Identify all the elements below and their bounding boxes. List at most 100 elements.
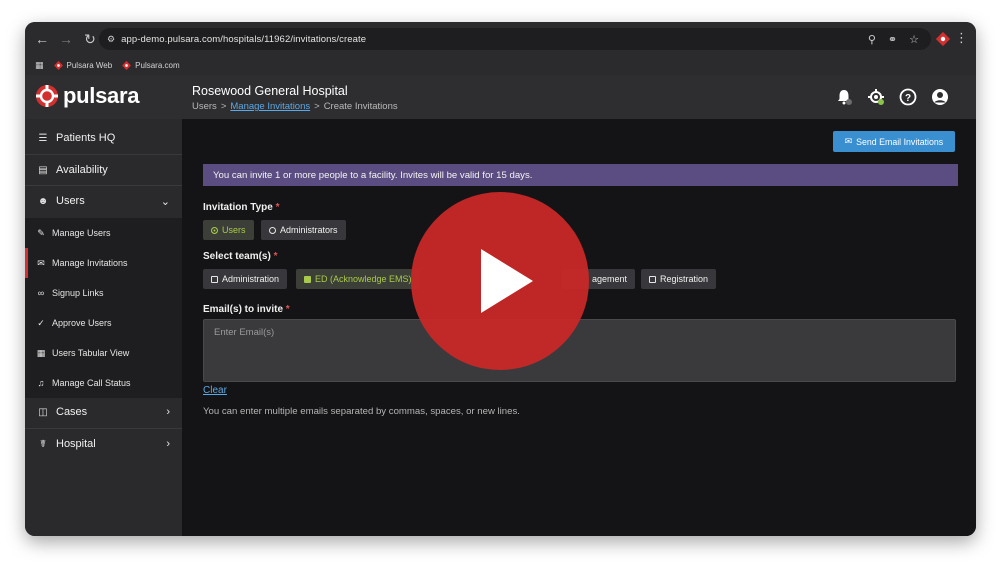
chevron-down-icon: ⌄ bbox=[160, 195, 170, 208]
send-button-label: Send Email Invitations bbox=[856, 136, 944, 147]
bed-icon: ▤ bbox=[38, 164, 48, 176]
chevron-right-icon: › bbox=[166, 438, 170, 450]
option-label: Users bbox=[222, 225, 246, 235]
help-icon[interactable]: ? bbox=[898, 87, 918, 107]
sidebar-sub-manage-invitations[interactable]: ✉ Manage Invitations bbox=[25, 248, 182, 278]
bookmark-label: Pulsara Web bbox=[66, 61, 113, 70]
pulsara-extension-icon[interactable] bbox=[936, 32, 950, 46]
svg-text:?: ? bbox=[905, 93, 911, 104]
sidebar-sub-label: Manage Call Status bbox=[52, 378, 131, 388]
emails-label: Email(s) to invite * bbox=[203, 304, 290, 315]
send-email-invitations-button[interactable]: ✉ Send Email Invitations bbox=[833, 131, 955, 152]
sidebar-item-availability[interactable]: ▤ Availability bbox=[25, 155, 182, 185]
option-label: Registration bbox=[660, 274, 709, 284]
alarm-bell-icon[interactable] bbox=[834, 87, 854, 107]
pulsara-icon bbox=[122, 61, 132, 70]
forward-icon[interactable]: → bbox=[55, 28, 77, 50]
option-label: Administration bbox=[222, 274, 280, 284]
sidebar-item-label: Cases bbox=[56, 406, 88, 418]
label-text: Invitation Type bbox=[203, 202, 273, 213]
sidebar-sub-approve-users[interactable]: ✓ Approve Users bbox=[25, 308, 182, 338]
team-administration[interactable]: Administration bbox=[203, 269, 288, 289]
site-settings-icon[interactable]: ⚙ bbox=[107, 34, 115, 45]
video-play-button[interactable] bbox=[411, 192, 589, 370]
radio-selected bbox=[211, 226, 218, 234]
apps-grid-icon[interactable]: ▦ bbox=[35, 60, 44, 71]
pulsara-logo-icon bbox=[36, 85, 58, 107]
emails-textarea[interactable]: Enter Email(s) bbox=[203, 319, 956, 382]
address-row: ← → ↻ ⚙ app-demo.pulsara.com/hospitals/1… bbox=[25, 22, 976, 56]
invitation-type-administrators[interactable]: Administrators bbox=[261, 220, 346, 240]
edit-icon: ✎ bbox=[37, 227, 45, 238]
team-registration[interactable]: Registration bbox=[641, 269, 717, 289]
sidebar-sub-users-tabular-view[interactable]: ▦ Users Tabular View bbox=[25, 338, 182, 368]
link-icon: ∞ bbox=[37, 288, 45, 298]
invitation-type-users[interactable]: Users bbox=[203, 220, 254, 240]
bookmarks-bar: ▦ Pulsara Web Pulsara.com bbox=[25, 56, 976, 75]
emails-help-text: You can enter multiple emails separated … bbox=[203, 406, 520, 417]
required-marker: * bbox=[273, 251, 278, 262]
bookmark-pulsara-web[interactable]: Pulsara Web bbox=[53, 61, 113, 70]
radio-unselected bbox=[269, 226, 276, 234]
option-label: agement bbox=[592, 274, 628, 284]
breadcrumb-current: Create Invitations bbox=[323, 101, 398, 112]
required-marker: * bbox=[275, 202, 280, 213]
sidebar: ☰ Patients HQ ▤ Availability ☻ Users ⌄ ✎… bbox=[25, 119, 182, 536]
chevron-right-icon: › bbox=[166, 406, 170, 418]
pulsara-icon bbox=[53, 61, 63, 70]
breadcrumb-manage-invitations[interactable]: Manage Invitations bbox=[230, 101, 310, 112]
location-status-icon[interactable] bbox=[866, 87, 886, 107]
url-text: app-demo.pulsara.com/hospitals/11962/inv… bbox=[121, 33, 367, 45]
sidebar-item-hospital[interactable]: ☤ Hospital › bbox=[25, 429, 182, 459]
bookmark-pulsara-com[interactable]: Pulsara.com bbox=[122, 61, 180, 70]
location-icon[interactable]: ⚲ bbox=[868, 33, 876, 46]
sidebar-item-label: Hospital bbox=[56, 438, 96, 450]
back-icon[interactable]: ← bbox=[31, 28, 53, 50]
header-actions: ? bbox=[834, 87, 950, 107]
pulsara-logo[interactable]: pulsara bbox=[35, 83, 139, 109]
reload-icon[interactable]: ↻ bbox=[79, 28, 101, 50]
sidebar-item-label: Patients HQ bbox=[56, 132, 116, 144]
breadcrumb: Users > Manage Invitations > Create Invi… bbox=[192, 101, 398, 112]
required-marker: * bbox=[285, 304, 290, 315]
label-text: Email(s) to invite bbox=[203, 304, 284, 315]
bookmark-star-icon[interactable]: ☆ bbox=[909, 33, 919, 46]
page-title: Rosewood General Hospital bbox=[192, 84, 348, 98]
sidebar-sub-label: Signup Links bbox=[52, 288, 104, 298]
team-ed-acknowledge-ems[interactable]: ED (Acknowledge EMS) bbox=[296, 269, 420, 289]
logo-text: pulsara bbox=[63, 83, 140, 108]
table-icon: ▦ bbox=[36, 347, 46, 358]
browser-menu-icon[interactable]: ⋮ bbox=[955, 30, 968, 46]
app-header: pulsara Rosewood General Hospital Users … bbox=[25, 75, 976, 119]
sidebar-item-cases[interactable]: ◫ Cases › bbox=[25, 397, 182, 427]
sidebar-sub-manage-users[interactable]: ✎ Manage Users bbox=[25, 218, 182, 248]
emails-placeholder: Enter Email(s) bbox=[214, 327, 275, 338]
option-label: ED (Acknowledge EMS) bbox=[315, 274, 412, 284]
envelope-icon: ✉ bbox=[844, 136, 853, 146]
url-bar[interactable]: ⚙ app-demo.pulsara.com/hospitals/11962/i… bbox=[99, 28, 931, 50]
user-avatar-icon[interactable] bbox=[930, 87, 950, 107]
url-actions: ⚲ ⚭ ☆ bbox=[868, 28, 919, 50]
sidebar-sub-label: Manage Invitations bbox=[52, 258, 128, 268]
label-text: Select team(s) bbox=[203, 251, 271, 262]
sidebar-sub-manage-call-status[interactable]: ♫ Manage Call Status bbox=[25, 368, 182, 398]
info-banner: You can invite 1 or more people to a fac… bbox=[203, 164, 958, 186]
play-icon bbox=[481, 249, 533, 313]
password-key-icon[interactable]: ⚭ bbox=[888, 33, 897, 46]
main-content: ✉ Send Email Invitations You can invite … bbox=[182, 119, 976, 536]
checkbox-unchecked bbox=[649, 275, 656, 283]
breadcrumb-separator: > bbox=[220, 101, 227, 112]
checkbox-checked bbox=[304, 275, 311, 283]
sidebar-sub-signup-links[interactable]: ∞ Signup Links bbox=[25, 278, 182, 308]
sidebar-item-patients-hq[interactable]: ☰ Patients HQ bbox=[25, 123, 182, 153]
sidebar-item-users[interactable]: ☻ Users ⌄ bbox=[25, 186, 182, 216]
clear-link[interactable]: Clear bbox=[203, 385, 227, 396]
breadcrumb-users: Users bbox=[192, 101, 217, 112]
bookmark-label: Pulsara.com bbox=[135, 61, 180, 70]
breadcrumb-separator: > bbox=[314, 101, 320, 112]
sidebar-item-label: Users bbox=[56, 195, 85, 207]
sidebar-sub-label: Manage Users bbox=[52, 228, 111, 238]
users-icon: ☻ bbox=[37, 195, 49, 207]
invitation-type-label: Invitation Type * bbox=[203, 202, 280, 213]
list-icon: ☰ bbox=[38, 132, 48, 144]
